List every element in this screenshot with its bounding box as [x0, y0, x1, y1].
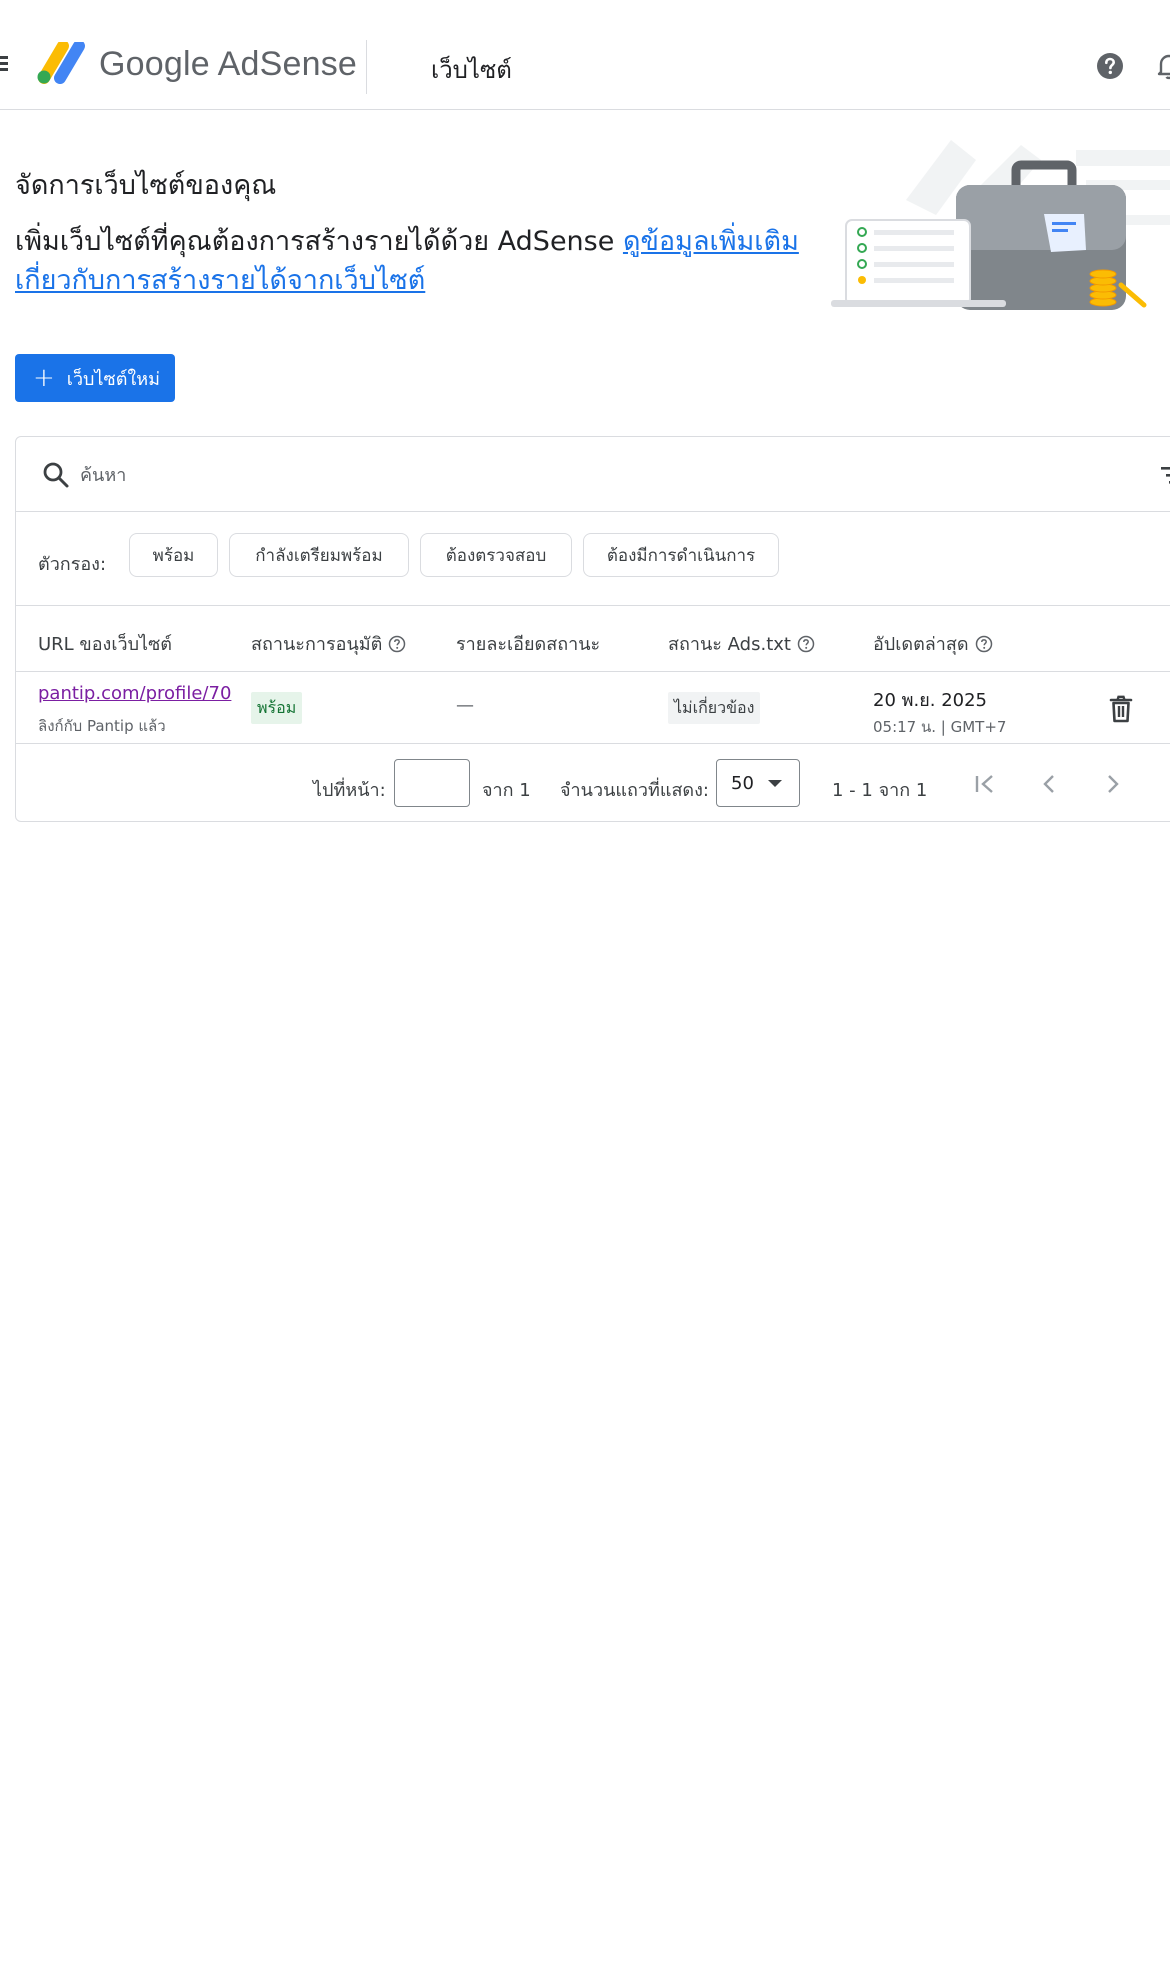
previous-page-icon[interactable]	[1034, 769, 1064, 799]
filter-chip-needs-review[interactable]: ต้องตรวจสอบ	[420, 533, 572, 577]
column-header-label: สถานะ Ads.txt	[668, 634, 791, 655]
page-title: จัดการเว็บไซต์ของคุณ	[15, 170, 277, 201]
column-header-label: รายละเอียดสถานะ	[456, 634, 601, 655]
header-divider	[366, 40, 367, 94]
column-header-label: สถานะการอนุมัติ	[251, 634, 383, 655]
filter-bar: ตัวกรอง: พร้อม กำลังเตรียมพร้อม ต้องตรวจ…	[16, 513, 1170, 606]
column-header-label: URL ของเว็บไซต์	[38, 634, 172, 655]
approval-status-badge: พร้อม	[251, 692, 303, 724]
briefcase-illustration	[831, 140, 1170, 310]
dropdown-arrow-icon	[767, 779, 782, 787]
table-row: pantip.com/profile/70 ลิงก์กับ Pantip แล…	[16, 673, 1170, 744]
new-site-button-label: เว็บไซต์ใหม่	[66, 368, 160, 390]
column-header-label: อัปเดตล่าสุด	[873, 634, 969, 655]
plus-icon: +	[33, 363, 55, 393]
help-outline-icon[interactable]	[388, 635, 406, 653]
go-to-page-input[interactable]	[394, 759, 470, 807]
menu-icon[interactable]	[0, 56, 8, 72]
site-linked-note: ลิงก์กับ Pantip แล้ว	[38, 717, 166, 735]
ads-txt-status-badge: ไม่เกี่ยวข้อง	[668, 692, 761, 724]
pagination-bar: ไปที่หน้า: จาก 1 จำนวนแถวที่แสดง: 50 1 -…	[16, 745, 1170, 822]
section-title: เว็บไซต์	[431, 56, 512, 84]
notifications-icon[interactable]	[1156, 52, 1170, 80]
filter-chip-getting-ready[interactable]: กำลังเตรียมพร้อม	[229, 533, 409, 577]
filter-chip-ready[interactable]: พร้อม	[129, 533, 218, 577]
rows-per-page-label: จำนวนแถวที่แสดง:	[560, 780, 709, 801]
status-detail-value: —	[456, 695, 474, 716]
adsense-logo-icon	[37, 42, 85, 84]
delete-icon[interactable]	[1109, 695, 1133, 723]
search-bar	[16, 437, 1170, 512]
column-header-approval-status[interactable]: สถานะการอนุมัติ	[251, 629, 406, 658]
column-header-status-details: รายละเอียดสถานะ	[456, 629, 600, 658]
app-logo-text: Google AdSense	[99, 45, 357, 83]
search-input[interactable]	[80, 457, 680, 493]
page-description-text: เพิ่มเว็บไซต์ที่คุณต้องการสร้างรายได้ด้ว…	[15, 226, 615, 257]
rows-per-page-value: 50	[731, 772, 754, 794]
site-url-link[interactable]: pantip.com/profile/70	[38, 683, 236, 704]
new-site-button[interactable]: + เว็บไซต์ใหม่	[15, 354, 175, 402]
column-header-site-url[interactable]: URL ของเว็บไซต์	[38, 629, 172, 658]
rows-per-page-select[interactable]: 50	[716, 759, 800, 807]
go-to-page-label: ไปที่หน้า:	[313, 780, 386, 801]
next-page-icon[interactable]	[1098, 769, 1128, 799]
column-header-ads-txt-status[interactable]: สถานะ Ads.txt	[668, 629, 815, 658]
last-updated-date: 20 พ.ย. 2025	[873, 690, 988, 711]
table-header: URL ของเว็บไซต์ สถานะการอนุมัติ รายละเอี…	[16, 607, 1170, 672]
sites-table-card: ตัวกรอง: พร้อม กำลังเตรียมพร้อม ต้องตรวจ…	[15, 436, 1170, 822]
first-page-icon[interactable]	[970, 769, 1000, 799]
last-updated-time: 05:17 น. | GMT+7	[873, 718, 1007, 736]
page-description: เพิ่มเว็บไซต์ที่คุณต้องการสร้างรายได้ด้ว…	[15, 222, 815, 300]
help-icon[interactable]	[1096, 52, 1124, 80]
top-app-bar: Google AdSense เว็บไซต์	[0, 0, 1170, 110]
search-icon	[43, 462, 69, 488]
filter-chip-action-required[interactable]: ต้องมีการดำเนินการ	[583, 533, 779, 577]
filter-list-icon[interactable]	[1161, 465, 1170, 485]
filter-label: ตัวกรอง:	[38, 554, 107, 575]
help-outline-icon[interactable]	[797, 635, 815, 653]
column-header-last-updated[interactable]: อัปเดตล่าสุด	[873, 629, 993, 658]
total-pages-label: จาก 1	[482, 780, 531, 801]
help-outline-icon[interactable]	[975, 635, 993, 653]
pagination-range: 1 - 1 จาก 1	[832, 780, 928, 801]
